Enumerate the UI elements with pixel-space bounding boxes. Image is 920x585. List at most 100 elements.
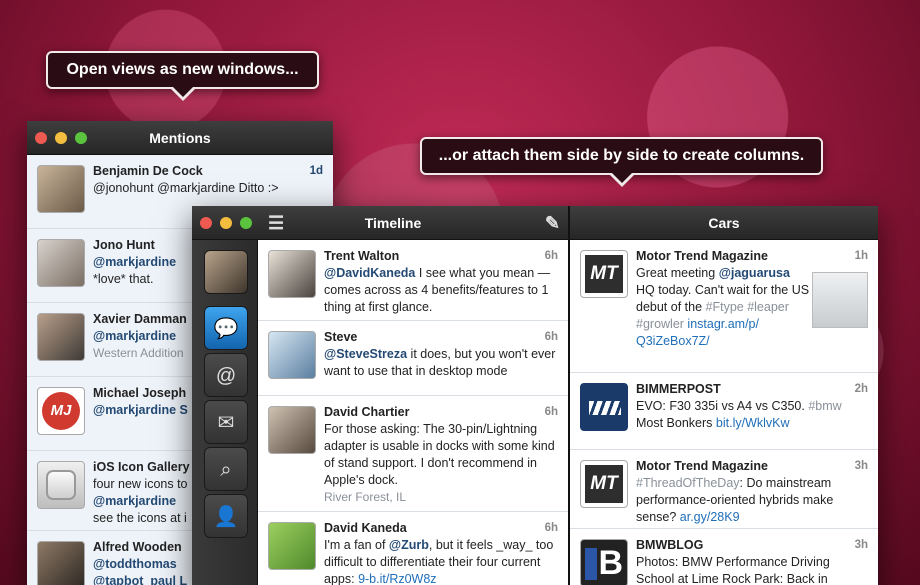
tweet-location: River Forest, IL <box>324 490 407 504</box>
minimize-button[interactable] <box>55 132 67 144</box>
tweet-mention[interactable]: @jaguarusa <box>719 266 790 280</box>
tweet-link[interactable]: instagr.am/p/ <box>684 317 759 331</box>
cars-title: Cars <box>708 215 740 231</box>
timeline-title: Timeline <box>364 215 422 231</box>
close-button[interactable] <box>35 132 47 144</box>
bimmerpost-stripes <box>589 401 621 415</box>
avatar[interactable] <box>268 406 316 454</box>
bimmerpost-logo[interactable] <box>580 383 628 431</box>
ios-icon-inner <box>46 470 76 500</box>
tweet-text: EVO: F30 335i vs A4 vs C350. <box>636 399 809 413</box>
tweet-mention[interactable]: @DavidKaneda <box>324 266 415 280</box>
bmwblog-logo-text: B <box>598 544 623 582</box>
avatar[interactable] <box>268 250 316 298</box>
search-icon[interactable]: ⌕ <box>204 447 248 491</box>
tweet-author[interactable]: Motor Trend Magazine <box>636 248 810 265</box>
avatar[interactable] <box>37 541 85 585</box>
cars-tweet[interactable]: BIMMERPOST 2h EVO: F30 335i vs A4 vs C35… <box>570 373 878 450</box>
bmwblog-logo[interactable]: B <box>580 539 628 585</box>
motor-trend-logo[interactable]: MT <box>580 250 628 298</box>
tweet-time: 3h <box>854 460 868 472</box>
timeline-tweet[interactable]: David Kaneda 6h I'm a fan of @Zurb, but … <box>258 512 568 585</box>
avatar[interactable] <box>37 239 85 287</box>
cars-column[interactable]: MT Motor Trend Magazine 1h Great meeting… <box>568 240 878 585</box>
mentions-titlebar: Mentions <box>27 121 333 155</box>
tweet-author[interactable]: Motor Trend Magazine <box>636 458 870 475</box>
avatar[interactable] <box>268 522 316 570</box>
tweet-text: Most Bonkers <box>636 416 716 430</box>
timeline-column[interactable]: Trent Walton 6h @DavidKaneda I see what … <box>258 240 568 585</box>
window-controls <box>35 132 87 144</box>
callout-right-text: ...or attach them side by side to create… <box>438 147 805 164</box>
compose-icon[interactable]: ✎ <box>545 206 560 240</box>
columns-window: ☰ Timeline ✎ Cars 💬 @ ✉ ⌕ 👤 Trent Walton… <box>192 206 878 585</box>
tweet-time: 1d <box>309 165 323 177</box>
ios-app-icon[interactable] <box>37 461 85 509</box>
profile-icon[interactable]: 👤 <box>204 494 248 538</box>
close-button[interactable] <box>200 217 212 229</box>
tweet-author[interactable]: BMWBLOG <box>636 537 870 554</box>
tweet-link[interactable]: 9-b.it/Rz0W8z <box>358 572 437 585</box>
minimize-button[interactable] <box>220 217 232 229</box>
mt-logo-text: MT <box>590 473 618 494</box>
tweet-author[interactable]: David Kaneda <box>324 520 560 537</box>
tweet-time: 6h <box>544 250 558 262</box>
cars-tweet[interactable]: B BMWBLOG 3h Photos: BMW Performance Dri… <box>570 529 878 585</box>
mj-logo-text: MJ <box>50 402 72 419</box>
mentions-title: Mentions <box>149 130 211 146</box>
window-controls <box>200 217 252 229</box>
zoom-button[interactable] <box>240 217 252 229</box>
tweet-time: 6h <box>544 406 558 418</box>
tweet-mention[interactable]: @Zurb <box>389 538 429 552</box>
callout-open-views: Open views as new windows... <box>46 51 319 101</box>
tweet-author[interactable]: BIMMERPOST <box>636 381 870 398</box>
callout-left-text: Open views as new windows... <box>66 61 299 78</box>
tweet-text: @jonohunt @markjardine Ditto :> <box>93 181 279 195</box>
mt-logo-box: MT <box>585 465 623 503</box>
tweet-link[interactable]: Q3iZeBox7Z/ <box>636 333 810 350</box>
tweet-text: I'm a fan of <box>324 538 389 552</box>
chat-bubble-icon[interactable]: 💬 <box>204 306 248 350</box>
tweet-author[interactable]: Benjamin De Cock <box>93 163 325 180</box>
avatar[interactable] <box>37 165 85 213</box>
tweet-text: Great meeting <box>636 266 719 280</box>
tweet-time: 1h <box>854 250 868 262</box>
tweet-hashtag[interactable]: #leaper <box>744 300 789 314</box>
timeline-titlebar: ☰ Timeline ✎ <box>192 206 568 240</box>
timeline-tweet[interactable]: David Chartier 6h For those asking: The … <box>258 396 568 512</box>
motor-trend-logo[interactable]: MT <box>580 460 628 508</box>
tweet-hashtag[interactable]: #bmw <box>808 399 841 413</box>
tweet-text: Photos: BMW Performance Driving School a… <box>636 555 830 585</box>
tweet-hashtag[interactable]: #ThreadOfTheDay <box>636 476 740 490</box>
tweet-text: For those asking: The 30-pin/Lightning a… <box>324 422 555 487</box>
zoom-button[interactable] <box>75 132 87 144</box>
mt-logo-text: MT <box>590 263 618 284</box>
account-avatar[interactable] <box>204 250 248 294</box>
tweet-link[interactable]: ar.gy/28K9 <box>680 510 740 524</box>
tweet-time: 2h <box>854 383 868 395</box>
at-sign-icon[interactable]: @ <box>204 353 248 397</box>
tweet-link[interactable]: bit.ly/WklvKw <box>716 416 790 430</box>
tweet-hashtag[interactable]: #Ftype <box>706 300 744 314</box>
cars-tweet[interactable]: MT Motor Trend Magazine 1h Great meeting… <box>570 240 878 373</box>
timeline-tweet[interactable]: Trent Walton 6h @DavidKaneda I see what … <box>258 240 568 321</box>
tweet-mention[interactable]: @SteveStreza <box>324 347 407 361</box>
tweet-author[interactable]: Steve <box>324 329 560 346</box>
callout-attach-columns: ...or attach them side by side to create… <box>420 137 823 187</box>
tweet-author[interactable]: Trent Walton <box>324 248 560 265</box>
avatar[interactable] <box>268 331 316 379</box>
tweet-time: 3h <box>854 539 868 551</box>
cars-tweet[interactable]: MT Motor Trend Magazine 3h #ThreadOfTheD… <box>570 450 878 529</box>
bmwblog-flag <box>585 548 597 580</box>
envelope-icon[interactable]: ✉ <box>204 400 248 444</box>
tweet-time: 6h <box>544 331 558 343</box>
avatar[interactable] <box>37 313 85 361</box>
sidebar: 💬 @ ✉ ⌕ 👤 <box>192 240 258 585</box>
mj-logo[interactable]: MJ <box>37 387 85 435</box>
tweet-hashtag[interactable]: #growler <box>636 317 684 331</box>
mj-logo-circle: MJ <box>42 392 80 430</box>
tweet-author[interactable]: David Chartier <box>324 404 560 421</box>
car-photo-thumbnail[interactable] <box>812 272 868 328</box>
timeline-tweet[interactable]: Steve 6h @SteveStreza it does, but you w… <box>258 321 568 396</box>
mt-logo-box: MT <box>585 255 623 293</box>
